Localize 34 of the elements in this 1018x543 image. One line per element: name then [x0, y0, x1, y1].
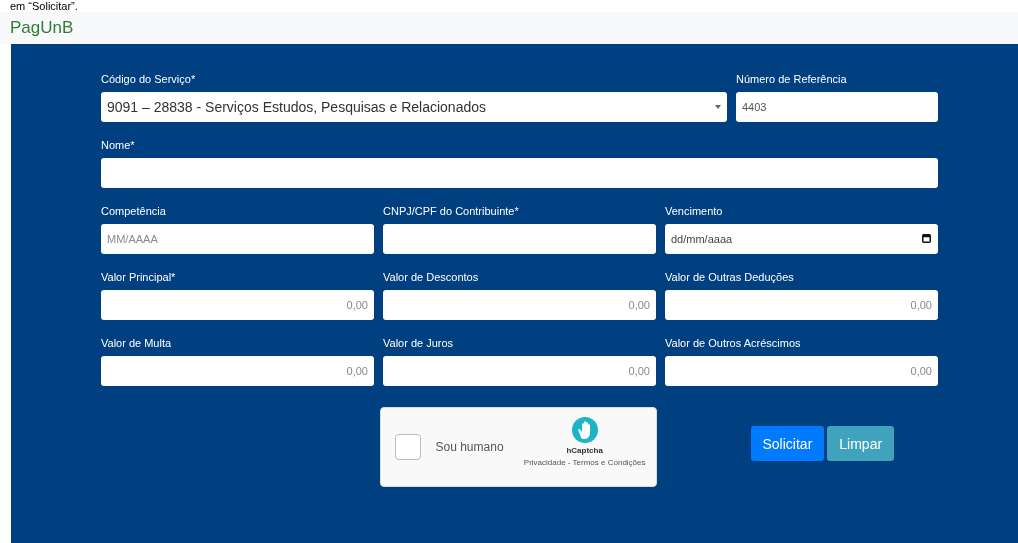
input-field[interactable]: 4403	[736, 92, 938, 122]
service-select[interactable]: 9091 – 28838 - Serviços Estudos, Pesquisas e Relacionados	[101, 92, 727, 122]
date-field[interactable]: dd/mm/aaaa	[665, 224, 938, 254]
field-label: Valor de Multa	[101, 336, 173, 350]
input-field[interactable]: 0,00	[101, 356, 374, 386]
field-label: Competência	[101, 204, 167, 218]
field-label: Vencimento	[665, 204, 724, 218]
caption-text: em “Solicitar”.	[9, 0, 79, 12]
captcha-brand: hCaptcha	[566, 446, 603, 455]
input-field[interactable]: 0,00	[665, 290, 938, 320]
input-field[interactable]: 0,00	[383, 356, 656, 386]
input-field[interactable]: 0,00	[383, 290, 656, 320]
checkbox-label: Sou humano	[435, 440, 505, 454]
input-field[interactable]: MM/AAAA	[101, 224, 374, 254]
captcha-links[interactable]: Privacidade - Termos e Condições	[523, 458, 646, 467]
input-field[interactable]: 0,00	[101, 290, 374, 320]
input-field[interactable]	[101, 158, 938, 188]
checkbox[interactable]	[394, 434, 421, 460]
hand-logo-icon	[570, 416, 599, 444]
field-label: Nome*	[101, 138, 136, 152]
field-label: Valor de Descontos	[383, 270, 480, 284]
field-label: Número de Referência	[736, 72, 848, 86]
field-label: Código do Serviço*	[101, 72, 197, 86]
input-field[interactable]: 0,00	[665, 356, 938, 386]
caret-icon	[715, 105, 721, 109]
submit-button[interactable]: Solicitar	[750, 426, 825, 461]
calendar-icon[interactable]	[922, 234, 931, 243]
input-field[interactable]	[383, 224, 656, 254]
field-label: Valor de Outros Acréscimos	[665, 336, 802, 350]
field-label: CNPJ/CPF do Contribuinte*	[383, 204, 520, 218]
field-label: Valor Principal*	[101, 270, 177, 284]
field-label: Valor de Juros	[383, 336, 455, 350]
app-title: PagUnB	[0, 12, 1018, 44]
field-label: Valor de Outras Deduções	[665, 270, 795, 284]
